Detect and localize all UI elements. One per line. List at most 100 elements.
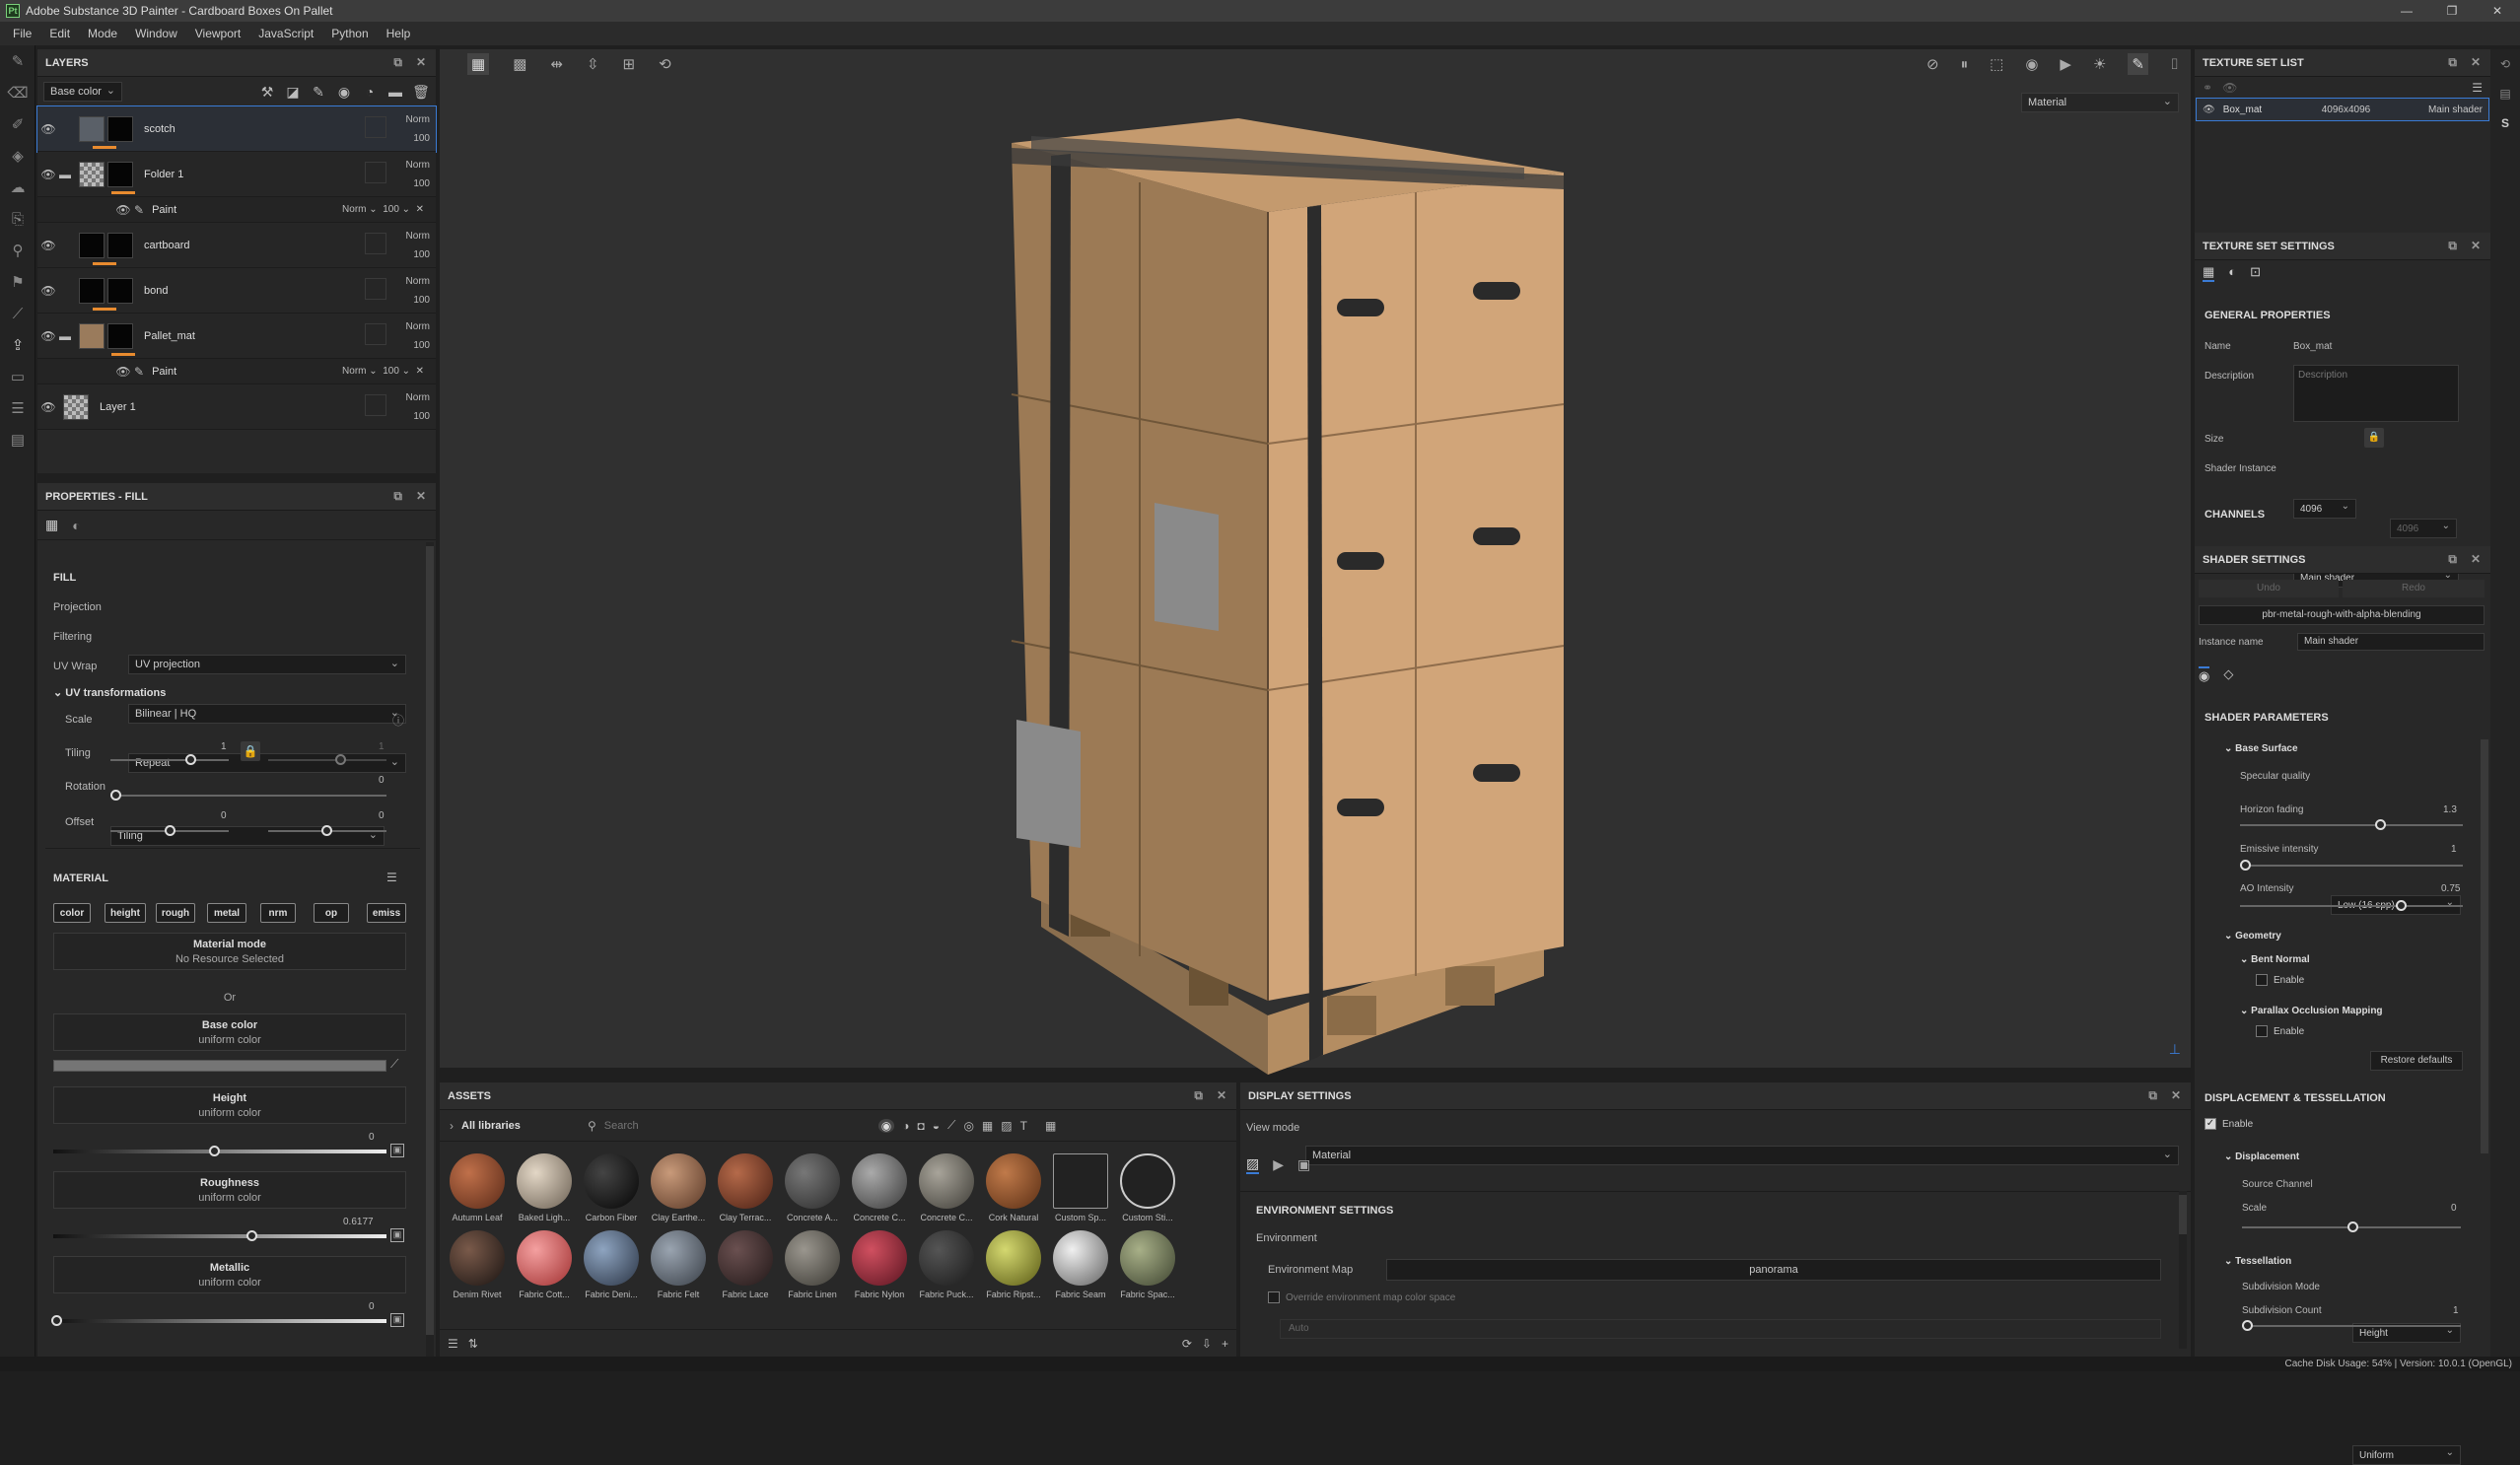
texture-slot-icon[interactable]: ▣ <box>390 1144 404 1157</box>
visibility-eye-icon[interactable]: 👁 <box>37 239 59 252</box>
filter-environments-icon[interactable]: ▨ <box>1001 1119 1012 1133</box>
environment-map-field[interactable]: panorama <box>1386 1259 2161 1281</box>
material-thumbnail[interactable] <box>1120 1153 1175 1209</box>
chevron-right-icon[interactable]: › <box>450 1119 454 1133</box>
undock-icon[interactable]: ⧉ <box>2448 55 2457 70</box>
info-icon[interactable]: ⓘ <box>392 712 404 729</box>
layer-row[interactable]: 👁 ▬ Folder 1 Norm 100 <box>37 152 436 197</box>
export-icon[interactable]: ⇪ <box>0 329 35 361</box>
asset-search-input[interactable] <box>603 1119 871 1132</box>
stamp-icon[interactable]: ⚑ <box>0 266 35 298</box>
material-thumbnail[interactable] <box>852 1230 907 1286</box>
ao-intensity-value[interactable]: 0.75 <box>2441 883 2460 894</box>
emissive-intensity-slider[interactable] <box>2240 865 2463 867</box>
undock-icon[interactable]: ⧉ <box>393 489 402 504</box>
grid-view-icon[interactable]: ▦ <box>467 53 490 75</box>
material-thumbnail[interactable] <box>919 1230 974 1286</box>
material-thumbnail[interactable] <box>584 1230 639 1286</box>
symmetry-y-icon[interactable]: ⇳ <box>587 55 599 73</box>
close-panel-icon[interactable]: ✕ <box>416 489 426 503</box>
layer-row[interactable]: 👁 bond Norm 100 <box>37 268 436 314</box>
undo-button[interactable]: Undo <box>2199 580 2339 597</box>
channel-chip-metal[interactable]: metal <box>207 903 246 923</box>
effect-row[interactable]: 👁 ✎ Paint Norm ⌄ 100 ⌄ ✕ <box>37 359 436 384</box>
minimize-icon[interactable]: — <box>2384 0 2429 22</box>
height-slider[interactable] <box>53 1150 386 1153</box>
material-thumbnail[interactable] <box>785 1230 840 1286</box>
displacement-checkbox-icon[interactable]: ✓ <box>2205 1118 2216 1130</box>
eyedropper-icon[interactable]: ⟋ <box>390 1057 398 1072</box>
substance-icon[interactable]: S <box>2490 108 2520 138</box>
menu-help[interactable]: Help <box>378 27 420 40</box>
material-icon[interactable]: ◐ <box>72 518 80 533</box>
close-window-icon[interactable]: ✕ <box>2475 0 2520 22</box>
displacement-toggle[interactable]: ⌄ Displacement <box>2224 1151 2299 1162</box>
add-paint-layer-icon[interactable]: ✎ <box>310 84 327 101</box>
height-knob[interactable] <box>209 1146 220 1156</box>
channel-chip-nrm[interactable]: nrm <box>260 903 296 923</box>
layer-row[interactable]: 👁 Layer 1 Norm 100 <box>37 384 436 430</box>
description-field[interactable] <box>2293 365 2459 422</box>
material-thumbnail[interactable] <box>450 1230 505 1286</box>
clone-icon[interactable]: ⎘ <box>0 203 35 235</box>
menu-edit[interactable]: Edit <box>40 27 79 40</box>
offset-y-value[interactable]: 0 <box>379 810 385 821</box>
opacity-value[interactable]: 100 <box>383 204 399 215</box>
frame-icon[interactable]: ⊞ <box>623 55 636 73</box>
blend-mode[interactable]: Norm <box>406 156 430 174</box>
log-icon[interactable]: ▤ <box>2490 79 2520 108</box>
offset-x-value[interactable]: 0 <box>221 810 227 821</box>
channel-chip-op[interactable]: op <box>314 903 349 923</box>
horizon-fading-knob[interactable] <box>2375 819 2386 830</box>
opacity-value[interactable]: 100 <box>406 174 430 193</box>
filter-masks-icon[interactable]: ◘ <box>918 1119 925 1133</box>
texture-slot-icon[interactable]: ▣ <box>390 1313 404 1327</box>
color-picker-icon[interactable]: ⚲ <box>0 235 35 266</box>
roughness-value[interactable]: 0.6177 <box>343 1217 374 1227</box>
opacity-value[interactable]: 100 <box>406 129 430 148</box>
channel-chip-color[interactable]: color <box>53 903 91 923</box>
subdivision-count-knob[interactable] <box>2242 1320 2253 1331</box>
rotation-slider[interactable] <box>110 795 386 797</box>
add-fill-layer-icon[interactable]: ◉ <box>335 84 353 101</box>
restore-defaults-button[interactable]: Restore defaults <box>2370 1051 2463 1071</box>
pallet-model[interactable] <box>913 108 1643 1094</box>
layer-row[interactable]: 👁 ▬ Pallet_mat Norm 100 <box>37 314 436 359</box>
bent-normal-enable-row[interactable]: Enable <box>2256 974 2304 986</box>
lock-icon[interactable]: 🔒 <box>241 741 260 761</box>
displacement-scale-knob[interactable] <box>2347 1221 2358 1232</box>
add-mask-icon[interactable]: ◪ <box>284 84 302 101</box>
remove-effect-icon[interactable]: ✕ <box>416 366 424 377</box>
geometry-mask-icon[interactable]: ◈ <box>0 140 35 172</box>
import-icon[interactable]: ⇩ <box>1202 1337 1212 1351</box>
name-value[interactable]: Box_mat <box>2293 341 2332 352</box>
close-panel-icon[interactable]: ✕ <box>416 55 426 69</box>
uv-transformations-toggle[interactable]: ⌄ UV transformations <box>53 686 166 699</box>
dropper-icon[interactable]: ⟋ <box>0 298 35 329</box>
emissive-intensity-value[interactable]: 1 <box>2451 844 2457 855</box>
add-effect-icon[interactable]: ⚒ <box>258 84 276 101</box>
uvwrap-dropdown[interactable]: Repeat <box>128 753 406 773</box>
material-thumbnail[interactable] <box>986 1230 1041 1286</box>
blend-mode[interactable]: Norm <box>406 388 430 407</box>
list-menu-icon[interactable]: ☰ <box>2472 81 2483 95</box>
roughness-knob[interactable] <box>246 1230 257 1241</box>
close-panel-icon[interactable]: ✕ <box>2471 55 2481 69</box>
remove-effect-icon[interactable]: ✕ <box>416 204 424 215</box>
add-asset-icon[interactable]: + <box>1222 1337 1228 1351</box>
brush-mode-icon[interactable]: ✎ <box>2128 53 2148 75</box>
offset-x-knob[interactable] <box>165 825 175 836</box>
tiling-slider[interactable] <box>110 759 229 761</box>
lighting-icon[interactable]: ☀ <box>2093 55 2106 73</box>
texture-set-tab-icon[interactable]: ▦ <box>2203 264 2215 282</box>
metallic-slider[interactable] <box>53 1319 386 1323</box>
opacity-value[interactable]: 100 <box>406 336 430 355</box>
scrollbar[interactable] <box>2481 739 2488 1153</box>
tiling-value[interactable]: 1 <box>221 741 227 752</box>
rotation-knob[interactable] <box>110 790 121 801</box>
pause-icon[interactable]: ⏸ <box>1961 56 1969 73</box>
material-thumbnail[interactable] <box>517 1153 572 1209</box>
close-panel-icon[interactable]: ✕ <box>2171 1088 2181 1102</box>
paint-brush-icon[interactable]: ✎ <box>0 45 35 77</box>
menu-window[interactable]: Window <box>126 27 186 40</box>
